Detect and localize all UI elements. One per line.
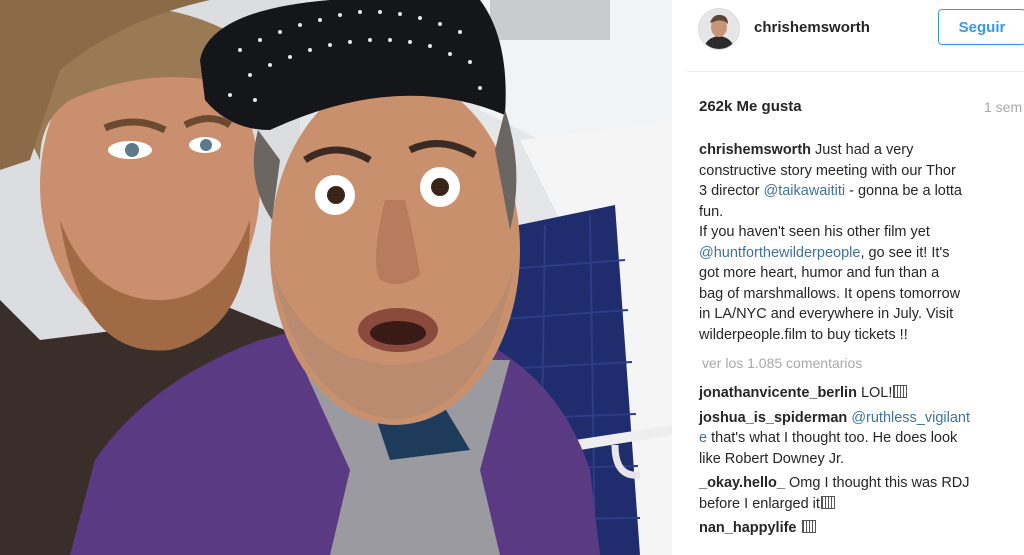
caption-line: fun. (699, 203, 724, 220)
avatar[interactable] (698, 8, 740, 50)
caption-line: chrishemsworth Just had a very (699, 140, 1007, 161)
comment-line: like Robert Downey Jr. (699, 450, 845, 467)
emoji-icon (801, 520, 816, 533)
caption-text: 3 director (699, 183, 764, 199)
comment-item: nan_happylife (699, 518, 1015, 539)
comment-list: jonathanvicente_berlin LOL! joshua_is_sp… (699, 383, 1015, 543)
caption-line: bag of marshmallows. It opens tomorrow (699, 285, 961, 302)
comment-line: e that's what I thought too. He does loo… (699, 428, 1015, 449)
comment-username[interactable]: jonathanvicente_berlin (699, 385, 857, 401)
photo-illustration (0, 0, 672, 555)
caption-text: - gonna be a lotta (845, 183, 962, 199)
comment-line: jonathanvicente_berlin LOL! (699, 383, 1015, 404)
comment-text: Omg I thought this was RDJ (784, 475, 970, 491)
mention-link[interactable]: @ruthless_vigilant (851, 410, 970, 426)
follow-button[interactable]: Seguir (938, 9, 1024, 45)
caption-line: wilderpeople.film to buy tickets !! (699, 326, 908, 343)
caption-line: @huntforthewilderpeople, go see it! It's (699, 243, 1007, 264)
comment-text (797, 520, 801, 536)
header-divider (686, 71, 1024, 72)
caption-line: 3 director @taikawaititi - gonna be a lo… (699, 181, 1007, 202)
comment-username[interactable]: nan_happylife (699, 520, 797, 536)
caption-line: in LA/NYC and everywhere in July. Visit (699, 306, 954, 322)
avatar-image (699, 9, 739, 49)
comment-item: _okay.hello_ Omg I thought this was RDJ … (699, 473, 1015, 514)
caption-line: got more heart, humor and fun than a (699, 265, 940, 281)
comment-line: _okay.hello_ Omg I thought this was RDJ (699, 473, 1015, 494)
comment-text: LOL! (856, 385, 893, 401)
comment-text: before I enlarged it (699, 495, 820, 512)
comment-item: joshua_is_spiderman @ruthless_vigilant e… (699, 408, 1015, 470)
post-photo[interactable] (0, 0, 672, 555)
mention-link[interactable]: e (699, 430, 707, 446)
comment-item: jonathanvicente_berlin LOL! (699, 383, 1015, 404)
caption-line: If you haven't seen his other film yet (699, 224, 930, 240)
header-username[interactable]: chrishemsworth (754, 19, 870, 36)
caption-username[interactable]: chrishemsworth (699, 142, 811, 158)
caption-line: constructive story meeting with our Thor (699, 162, 956, 179)
mention-link[interactable]: @huntforthewilderpeople (699, 245, 860, 261)
likes-count[interactable]: 262k Me gusta (699, 98, 802, 115)
emoji-icon (893, 385, 908, 398)
post-time[interactable]: 1 sem (984, 99, 1022, 115)
post-header: chrishemsworth Seguir (672, 0, 1024, 72)
comment-line: nan_happylife (699, 518, 1015, 539)
comment-username[interactable]: joshua_is_spiderman (699, 410, 847, 426)
post-details-panel: chrishemsworth Seguir 262k Me gusta 1 se… (672, 0, 1024, 555)
caption-text: Just had a very (811, 142, 914, 158)
comment-line: joshua_is_spiderman @ruthless_vigilant (699, 408, 1015, 429)
caption-text: , go see it! It's (860, 244, 950, 261)
mention-link[interactable]: @taikawaititi (763, 183, 845, 199)
view-all-comments-link[interactable]: ver los 1.085 comentarios (702, 355, 862, 371)
comment-username[interactable]: _okay.hello_ (699, 475, 785, 491)
comment-text: that's what I thought too. He does look (707, 430, 958, 446)
emoji-icon (820, 495, 835, 509)
comment-line: before I enlarged it (699, 494, 1015, 515)
post-caption: chrishemsworth Just had a very construct… (699, 140, 1007, 345)
